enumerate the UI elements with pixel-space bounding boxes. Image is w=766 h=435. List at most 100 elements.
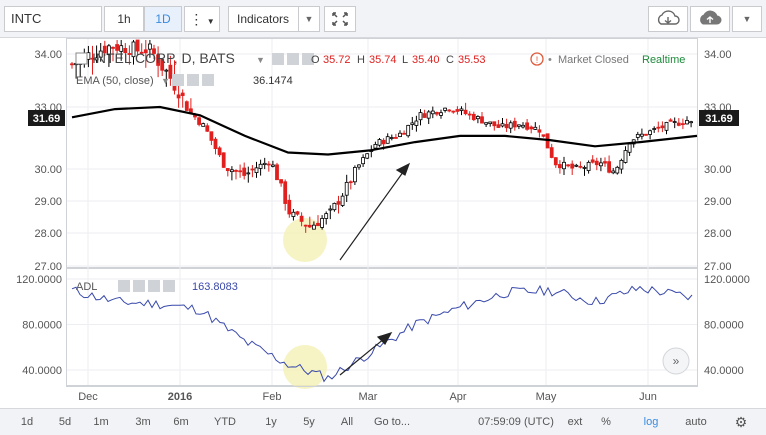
candle-body xyxy=(463,109,468,115)
candle-body xyxy=(180,92,185,96)
goto-date-button[interactable]: Go to... xyxy=(362,409,422,435)
current-price-label-left: 31.69 xyxy=(28,110,65,126)
svg-text:H: H xyxy=(357,54,365,66)
log-scale-toggle[interactable]: log xyxy=(638,409,664,435)
candle-body xyxy=(205,125,210,132)
candle-body xyxy=(488,121,493,124)
percent-scale-toggle[interactable]: % xyxy=(593,409,619,435)
load-chart-button[interactable] xyxy=(648,6,688,32)
candle-body xyxy=(266,163,271,166)
candle-body xyxy=(221,152,226,168)
candle-body xyxy=(213,138,218,150)
candle-body xyxy=(164,69,169,72)
candle-body xyxy=(389,137,394,139)
candle-body xyxy=(201,123,206,127)
candle-body xyxy=(234,170,238,172)
eye-icon xyxy=(172,74,184,86)
range-6m-button[interactable]: 6m xyxy=(168,409,194,435)
svg-text:35.74: 35.74 xyxy=(369,54,397,66)
range-all-button[interactable]: All xyxy=(334,409,360,435)
adl-pane[interactable] xyxy=(66,268,698,386)
candle-body xyxy=(238,170,243,173)
candle-body xyxy=(500,123,505,127)
time-axis: Dec 2016 Feb Mar Apr May Jun xyxy=(78,391,657,403)
candle-body xyxy=(640,133,644,137)
chevron-down-icon: ▼ xyxy=(206,17,215,26)
candle-body xyxy=(434,111,439,115)
candle-body xyxy=(287,199,292,215)
candle-body xyxy=(217,147,222,156)
range-ytd-button[interactable]: YTD xyxy=(212,409,238,435)
chevron-down-icon: ▼ xyxy=(298,7,319,31)
candle-body xyxy=(459,108,464,111)
candle-body xyxy=(361,157,366,165)
candle-body xyxy=(262,162,267,165)
ema-action-icons xyxy=(172,74,214,86)
interval-1d-button[interactable]: 1D xyxy=(144,6,182,32)
candle-body xyxy=(480,116,484,124)
candle-body xyxy=(328,208,333,211)
time-axis-label: May xyxy=(536,391,557,403)
save-chart-button[interactable] xyxy=(690,6,730,32)
chevron-down-icon: ▼ xyxy=(161,76,170,86)
extended-hours-toggle[interactable]: ext xyxy=(562,409,588,435)
price-tick-label: 29.00 xyxy=(704,196,732,208)
candle-body xyxy=(307,224,312,228)
candle-body xyxy=(599,162,603,167)
candle-body xyxy=(188,108,193,113)
candle-body xyxy=(521,124,525,128)
fullscreen-button[interactable] xyxy=(324,6,356,32)
interval-more-button[interactable]: ⋮ ▼ xyxy=(184,6,220,32)
adl-tick-label: 80.0000 xyxy=(22,320,62,332)
candle-body xyxy=(365,153,370,159)
indicators-button[interactable]: Indicators ▼ xyxy=(228,6,320,32)
time-axis-label: Feb xyxy=(263,391,282,403)
indicators-label: Indicators xyxy=(237,12,290,26)
candle-body xyxy=(447,109,452,112)
candle-body xyxy=(492,121,497,127)
svg-text:Market Closed: Market Closed xyxy=(558,54,629,66)
range-5y-button[interactable]: 5y xyxy=(296,409,322,435)
legend-action-icons xyxy=(272,53,314,65)
candle-body xyxy=(418,112,423,121)
range-3m-button[interactable]: 3m xyxy=(130,409,156,435)
candle-body xyxy=(344,181,349,196)
candle-body xyxy=(270,164,275,167)
scroll-to-realtime-button[interactable]: » xyxy=(662,347,690,375)
range-5d-button[interactable]: 5d xyxy=(52,409,78,435)
candle-body xyxy=(377,139,382,146)
candle-body xyxy=(410,122,415,125)
range-1m-button[interactable]: 1m xyxy=(88,409,114,435)
time-axis-label: Dec xyxy=(78,391,98,403)
candle-body xyxy=(635,133,640,138)
candle-body xyxy=(496,124,501,128)
save-options-button[interactable]: ▼ xyxy=(732,6,762,32)
candle-body xyxy=(623,150,628,163)
chevron-down-icon: ▼ xyxy=(742,14,752,24)
symbol-search-input[interactable]: INTC xyxy=(4,6,102,32)
candle-body xyxy=(451,110,456,113)
candle-body xyxy=(529,126,534,130)
candle-body xyxy=(250,168,255,171)
candle-body xyxy=(660,125,665,129)
auto-scale-toggle[interactable]: auto xyxy=(680,409,712,435)
time-axis-label: Jun xyxy=(639,391,657,403)
candle-body xyxy=(681,123,685,126)
candle-body xyxy=(111,46,115,49)
price-tick-label: 34.00 xyxy=(704,49,732,61)
candle-body xyxy=(627,143,632,153)
range-1d-button[interactable]: 1d xyxy=(14,409,40,435)
interval-1h-button[interactable]: 1h xyxy=(104,6,144,32)
chart-canvas[interactable]: 34.0034.0033.0033.0030.0030.0029.0029.00… xyxy=(0,38,766,408)
candle-body xyxy=(279,179,284,184)
range-1y-button[interactable]: 1y xyxy=(258,409,284,435)
collapse-legend-icon xyxy=(75,52,88,65)
chart-area[interactable]: 34.00 34.00 33.00 33.00 30.00 30.00 29.00 29.00… xyxy=(0,38,766,408)
gear-icon[interactable]: ⚙ xyxy=(730,409,752,435)
cloud-upload-icon xyxy=(700,10,722,25)
fullscreen-icon xyxy=(332,12,348,26)
adl-tick-label: 40.0000 xyxy=(22,365,62,377)
candle-body xyxy=(664,122,669,131)
candle-body xyxy=(381,139,386,145)
candle-body xyxy=(242,167,247,176)
